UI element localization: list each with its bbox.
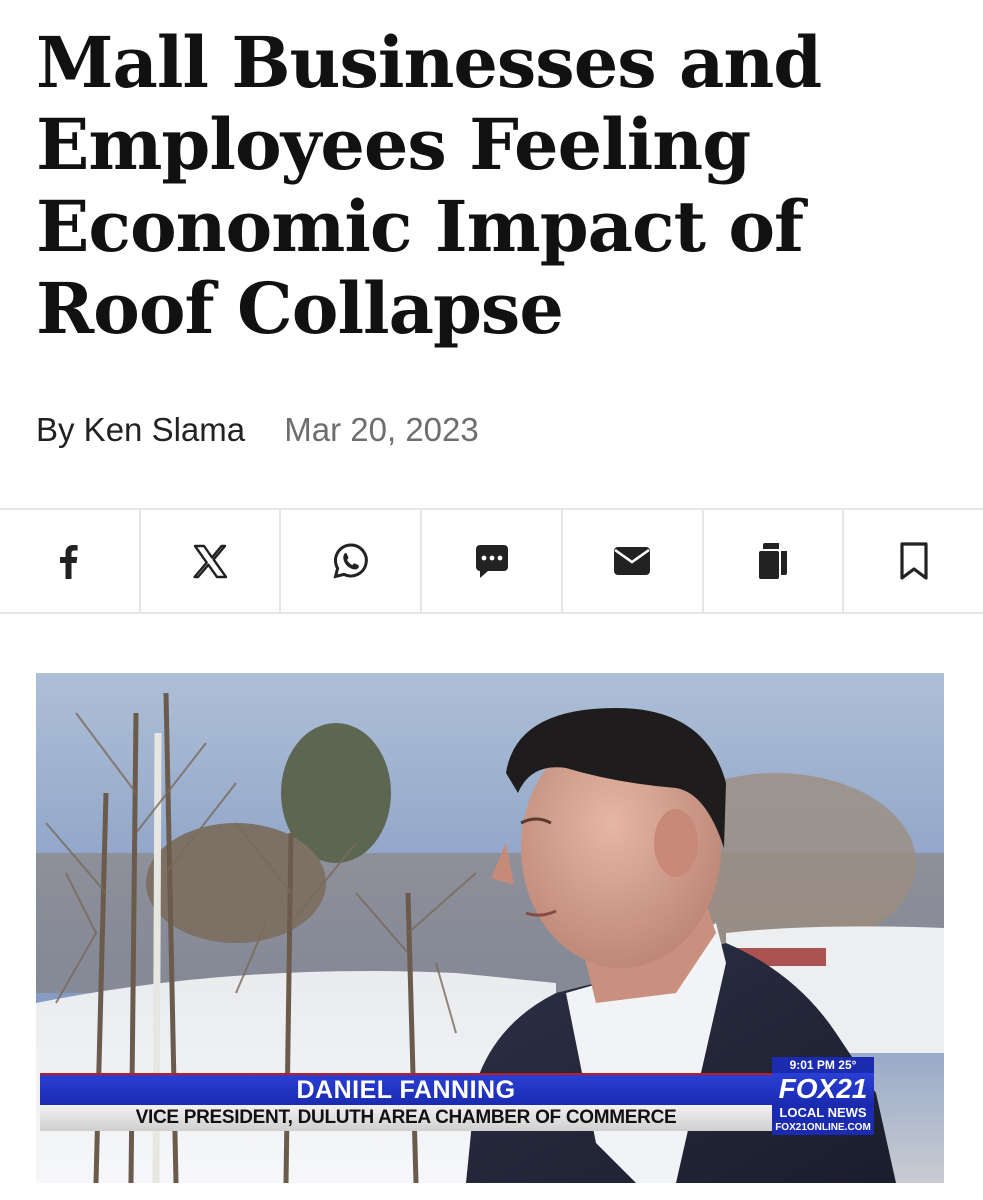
lower-third-title: VICE PRESIDENT, DULUTH AREA CHAMBER OF C… xyxy=(40,1105,772,1131)
facebook-icon xyxy=(60,545,78,579)
copy-link-button[interactable] xyxy=(704,510,845,612)
share-x-button[interactable] xyxy=(141,510,282,612)
article-headline: Mall Businesses and Employees Feeling Ec… xyxy=(36,21,822,350)
article-photo[interactable]: DANIEL FANNING VICE PRESIDENT, DULUTH AR… xyxy=(36,673,944,1183)
logo-url: FOX21ONLINE.COM xyxy=(772,1121,874,1135)
author-name[interactable]: By Ken Slama xyxy=(36,411,245,448)
whatsapp-icon xyxy=(333,543,368,579)
share-sms-button[interactable] xyxy=(422,510,563,612)
share-bar xyxy=(0,508,983,614)
x-icon xyxy=(193,544,228,579)
share-whatsapp-button[interactable] xyxy=(281,510,423,612)
sms-icon xyxy=(475,545,508,578)
lower-third: DANIEL FANNING VICE PRESIDENT, DULUTH AR… xyxy=(36,1057,944,1135)
share-email-button[interactable] xyxy=(563,510,704,612)
lower-third-name: DANIEL FANNING xyxy=(40,1073,772,1105)
station-logo: 9:01 PM 25° FOX21 LOCAL NEWS FOX21ONLINE… xyxy=(772,1057,874,1135)
logo-text: FOX21 xyxy=(772,1073,874,1105)
byline: By Ken Slama Mar 20, 2023 xyxy=(36,408,479,452)
bookmark-icon xyxy=(900,542,928,580)
time-temp: 9:01 PM 25° xyxy=(772,1057,874,1073)
share-facebook-button[interactable] xyxy=(0,510,141,612)
bookmark-button[interactable] xyxy=(844,510,983,612)
copy-icon xyxy=(758,543,787,579)
logo-subtitle: LOCAL NEWS xyxy=(772,1105,874,1121)
email-icon xyxy=(614,547,651,575)
publish-date: Mar 20, 2023 xyxy=(284,411,479,448)
